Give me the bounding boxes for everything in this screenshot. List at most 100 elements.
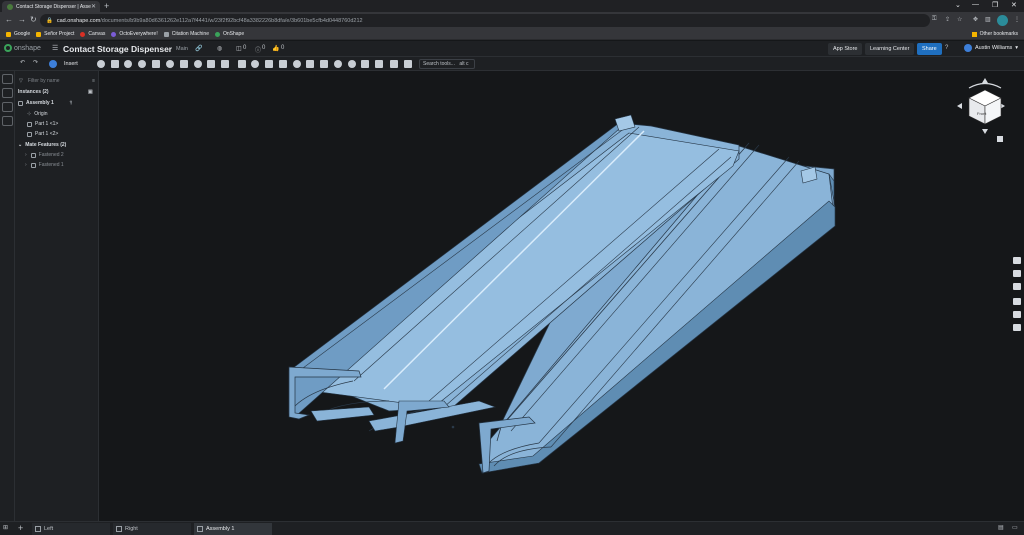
animation-icon[interactable]: [1013, 324, 1021, 331]
feature-list-icon[interactable]: [2, 74, 13, 84]
address-bar[interactable]: 🔒 cad.onshape.com /documents/b9b9a80d636…: [40, 14, 930, 27]
group-icon[interactable]: [221, 60, 229, 68]
named-views-icon[interactable]: [390, 60, 398, 68]
replicate-icon[interactable]: [251, 60, 259, 68]
list-view-icon[interactable]: ≡: [92, 78, 95, 84]
reload-button[interactable]: ↻: [30, 15, 37, 24]
render-icon[interactable]: [1013, 311, 1021, 318]
part-instance-1[interactable]: Part 1 <1>: [27, 121, 58, 127]
section-view-icon[interactable]: [348, 60, 356, 68]
help-icon[interactable]: ?: [945, 45, 948, 51]
tab-right[interactable]: Right: [113, 523, 191, 535]
measure-icon[interactable]: [334, 60, 342, 68]
ball-mate-icon[interactable]: [166, 60, 174, 68]
insert-button[interactable]: Insert: [64, 59, 78, 69]
pin-icon[interactable]: ⫯: [70, 100, 72, 106]
bookmark-canvas[interactable]: Canvas: [80, 31, 105, 37]
back-button[interactable]: ←: [5, 15, 13, 24]
tab-manager-icon[interactable]: ▤: [998, 524, 1004, 531]
new-tab-button[interactable]: +: [104, 1, 109, 11]
tangent-mate-icon[interactable]: [207, 60, 215, 68]
origin-node[interactable]: ⊹ Origin: [27, 111, 48, 117]
add-folder-icon[interactable]: ▣: [88, 89, 93, 95]
scroll-tabs-icon[interactable]: ▭: [1012, 524, 1018, 531]
insert-icon[interactable]: [49, 60, 57, 68]
extensions-icon[interactable]: ✥: [973, 16, 978, 23]
side-panel-icon[interactable]: ▥: [985, 16, 991, 23]
add-component-icon[interactable]: [2, 88, 13, 98]
pattern-icon[interactable]: [265, 60, 273, 68]
info-icon[interactable]: ⓘ: [255, 45, 261, 54]
bookmark-onshape[interactable]: OnShape: [214, 31, 244, 37]
slider-mate-icon[interactable]: [124, 60, 132, 68]
planar-mate-icon[interactable]: [152, 60, 160, 68]
learning-center-button[interactable]: Learning Center: [865, 43, 915, 55]
hamburger-menu-icon[interactable]: ☰: [52, 44, 58, 52]
key-icon[interactable]: ⚿: [932, 16, 937, 23]
link-icon[interactable]: 🔗: [195, 45, 202, 52]
rack-pinion-icon[interactable]: [293, 60, 301, 68]
bookmark-senor-project[interactable]: Señor Project: [36, 31, 74, 37]
search-tools-input[interactable]: Search tools... alt c: [419, 59, 475, 69]
undo-icon[interactable]: ↶: [20, 59, 25, 66]
document-name[interactable]: Contact Storage Dispenser: [63, 44, 172, 54]
star-icon[interactable]: ☆: [957, 16, 962, 23]
minimize-button[interactable]: —: [972, 1, 979, 8]
variables-icon[interactable]: [404, 60, 412, 68]
view-cube[interactable]: Front: [955, 76, 1007, 146]
branch-name[interactable]: Main: [176, 46, 188, 52]
cylindrical-mate-icon[interactable]: [138, 60, 146, 68]
filter-by-name-input[interactable]: ▽ Filter by name ≡: [19, 76, 95, 85]
chrome-menu-icon[interactable]: ⋮: [1014, 16, 1020, 23]
like-icon[interactable]: 👍: [272, 45, 279, 52]
forward-button[interactable]: →: [18, 15, 26, 24]
revolute-mate-icon[interactable]: [111, 60, 119, 68]
versions-icon[interactable]: ◫: [236, 45, 242, 52]
document-tabs-menu-icon[interactable]: ⊞: [3, 524, 8, 531]
mate-connector-icon[interactable]: [238, 60, 246, 68]
bookmark-citation-machine[interactable]: Citation Machine: [163, 31, 209, 37]
onshape-logo[interactable]: onshape: [4, 44, 41, 52]
profile-avatar[interactable]: [997, 15, 1008, 26]
explode-icon[interactable]: [361, 60, 369, 68]
instances-header[interactable]: Instances (2) ▣: [18, 89, 93, 95]
add-tab-button[interactable]: +: [18, 523, 23, 533]
fasten-mate-icon[interactable]: [97, 60, 105, 68]
app-store-button[interactable]: App Store: [828, 43, 863, 55]
mate-fastened-2[interactable]: › Fastened 2: [25, 152, 64, 158]
tab-left[interactable]: Left: [32, 523, 110, 535]
assembly-node[interactable]: Assembly 1 ⫯: [18, 100, 72, 106]
configurations-icon[interactable]: [1013, 270, 1021, 277]
appearance-icon[interactable]: [1013, 257, 1021, 264]
part-icon: [27, 121, 32, 127]
tab-search-icon[interactable]: ⌄: [955, 1, 961, 9]
bom-icon[interactable]: [1013, 298, 1021, 305]
share-page-icon[interactable]: ⇪: [945, 16, 950, 23]
share-button[interactable]: Share: [917, 43, 942, 55]
maximize-button[interactable]: ❐: [992, 1, 998, 9]
screw-relation-icon[interactable]: [306, 60, 314, 68]
close-window-button[interactable]: ✕: [1011, 1, 1017, 9]
mate-fastened-1[interactable]: › Fastened 1: [25, 162, 64, 168]
close-tab-icon[interactable]: ✕: [91, 3, 96, 10]
part-instance-2[interactable]: Part 1 <2>: [27, 131, 58, 137]
tab-assembly[interactable]: Assembly 1: [194, 523, 272, 535]
globe-icon[interactable]: ◍: [217, 45, 222, 52]
browser-tab[interactable]: Contact Storage Dispenser | Asse ✕: [2, 1, 100, 12]
display-states-icon[interactable]: [375, 60, 383, 68]
comments-icon[interactable]: [2, 102, 13, 112]
bookmark-octoeverywhere[interactable]: OctoEverywhere!: [111, 31, 158, 37]
assembly-model[interactable]: [99, 71, 1010, 521]
bookmark-google[interactable]: Google: [6, 31, 30, 37]
mate-features-header[interactable]: ⌄ Mate Features (2): [18, 142, 66, 148]
redo-icon[interactable]: ↷: [33, 59, 38, 66]
mate-values-icon[interactable]: [1013, 283, 1021, 290]
linear-relation-icon[interactable]: [320, 60, 328, 68]
parallel-mate-icon[interactable]: [194, 60, 202, 68]
properties-icon[interactable]: [2, 116, 13, 126]
other-bookmarks[interactable]: Other bookmarks: [971, 31, 1018, 37]
user-menu[interactable]: Austin Williams ▾: [964, 44, 1018, 52]
pin-slot-mate-icon[interactable]: [180, 60, 188, 68]
graphics-viewport[interactable]: Front: [99, 71, 1010, 521]
gear-relation-icon[interactable]: [279, 60, 287, 68]
